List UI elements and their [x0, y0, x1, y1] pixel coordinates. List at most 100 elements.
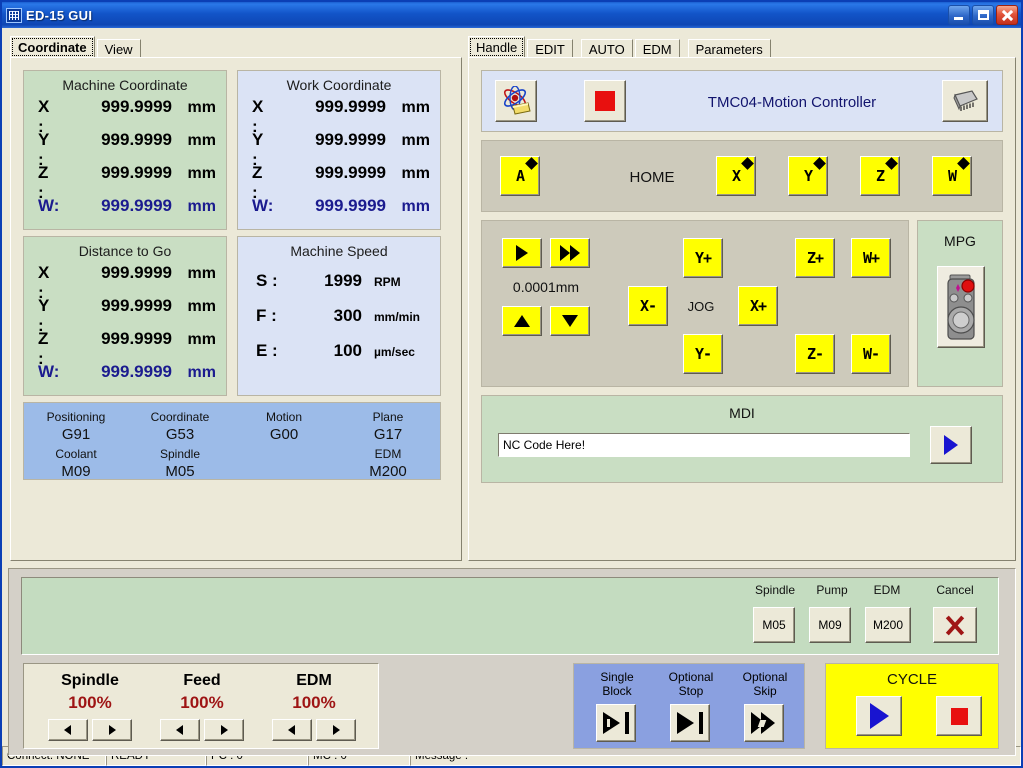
cancel-button[interactable] — [933, 607, 977, 643]
tab-auto[interactable]: AUTO — [580, 39, 633, 59]
override-spindle-increment[interactable] — [92, 719, 132, 741]
single-block-line2: Block — [602, 684, 632, 698]
optional-skip-button[interactable] — [744, 704, 784, 742]
block-control-panel: Single Block Optional Stop Optional Skip — [573, 663, 805, 749]
gcode-key: Coordinate — [150, 410, 210, 424]
chip-button[interactable] — [942, 80, 988, 122]
jog-step-down-button[interactable] — [550, 306, 590, 336]
jog-w-plus-button[interactable]: W+ — [851, 238, 891, 278]
mdi-run-button[interactable] — [930, 426, 972, 464]
axis-unit: mm — [187, 364, 216, 381]
jog-y-minus-button[interactable]: Y- — [683, 334, 723, 374]
override-edm-increment[interactable] — [316, 719, 356, 741]
mcode-key: EDM — [374, 447, 402, 461]
jog-x-plus-button[interactable]: X+ — [738, 286, 778, 326]
jog-panel: 0.0001mm X- JOG X+ Y+ Y- Z+ Z- W+ W- — [481, 220, 909, 387]
mdi-input[interactable]: NC Code Here! — [498, 433, 910, 457]
pendant-handwheel-icon — [947, 274, 975, 340]
tab-view[interactable]: View — [96, 39, 141, 59]
tab-coordinate[interactable]: Coordinate — [10, 36, 95, 58]
single-block-line1: Single — [600, 670, 634, 684]
home-y-button[interactable]: Y — [788, 156, 828, 196]
triangle-up-icon — [514, 315, 530, 327]
machine-speed-panel: Machine Speed S : 1999 RPM F : 300 mm/min E … — [237, 236, 441, 396]
mcode-edm-button[interactable]: M200 — [865, 607, 911, 643]
tab-edm[interactable]: EDM — [634, 39, 680, 59]
override-spindle-decrement[interactable] — [48, 719, 88, 741]
home-marker-icon — [957, 157, 970, 170]
axis-unit: mm — [187, 298, 216, 315]
jog-step-up-button[interactable] — [502, 306, 542, 336]
mdi-label: MDI — [729, 405, 755, 421]
gcode-status-panel: Positioning G91 Coordinate G53 Motion G00 P… — [23, 402, 441, 480]
mcode-spindle-button[interactable]: M05 — [753, 607, 795, 643]
override-edm-label: EDM — [296, 672, 332, 689]
mpg-button[interactable] — [937, 266, 985, 348]
distance-to-go-title: Distance to Go — [78, 243, 172, 259]
connect-button[interactable] — [495, 80, 537, 122]
single-block-button[interactable] — [596, 704, 636, 742]
home-panel: A HOME X Y Z W — [481, 140, 1003, 212]
mcode-edm-value: M200 — [872, 618, 904, 632]
optional-stop-icon — [677, 712, 703, 734]
optional-skip-icon — [751, 712, 777, 734]
jog-y-minus-label: Y- — [694, 345, 712, 363]
right-tab-strip: Handle EDIT AUTO EDM Parameters — [468, 36, 773, 59]
window-body: Coordinate View Machine Coordinate X :99… — [2, 28, 1021, 756]
home-w-button[interactable]: W — [932, 156, 972, 196]
atom-card-icon — [503, 86, 531, 115]
jog-step-value: 0.0001mm — [512, 279, 580, 295]
jog-z-minus-button[interactable]: Z- — [795, 334, 835, 374]
mcode-pump-value: M09 — [818, 618, 842, 632]
jog-run-button[interactable] — [502, 238, 542, 268]
jog-rapid-button[interactable] — [550, 238, 590, 268]
home-x-button[interactable]: X — [716, 156, 756, 196]
override-feed-decrement[interactable] — [160, 719, 200, 741]
jog-y-plus-button[interactable]: Y+ — [683, 238, 723, 278]
axis-value: 999.9999 — [101, 296, 172, 315]
cycle-stop-button[interactable] — [936, 696, 982, 736]
optional-stop-button[interactable] — [670, 704, 710, 742]
cancel-label: Cancel — [936, 583, 974, 597]
jog-z-plus-button[interactable]: Z+ — [795, 238, 835, 278]
jog-x-minus-button[interactable]: X- — [628, 286, 668, 326]
chip-icon — [953, 90, 978, 111]
maximize-button[interactable] — [972, 5, 994, 25]
home-marker-icon — [813, 157, 826, 170]
controller-stop-button[interactable] — [584, 80, 626, 122]
window-title: ED-15 GUI — [26, 7, 93, 23]
mcode-pump-button[interactable]: M09 — [809, 607, 851, 643]
left-tab-pane: Coordinate View Machine Coordinate X :99… — [10, 36, 462, 561]
left-tab-strip: Coordinate View — [10, 36, 143, 59]
axis-value: 999.9999 — [101, 97, 172, 116]
jog-z-minus-label: Z- — [806, 345, 824, 363]
jog-x-minus-label: X- — [639, 297, 657, 315]
override-edm-decrement[interactable] — [272, 719, 312, 741]
mpg-label: MPG — [944, 233, 976, 249]
home-marker-icon — [885, 157, 898, 170]
override-feed-increment[interactable] — [204, 719, 244, 741]
close-button[interactable] — [996, 5, 1018, 25]
axis-value: 999.9999 — [315, 196, 386, 215]
axis-value: 999.9999 — [315, 97, 386, 116]
home-x-label: X — [731, 167, 741, 185]
speed-unit: RPM — [374, 275, 401, 289]
jog-w-minus-button[interactable]: W- — [851, 334, 891, 374]
left-tab-body: Machine Coordinate X :999.9999 mm Y :999.… — [10, 57, 462, 561]
home-z-button[interactable]: Z — [860, 156, 900, 196]
minimize-button[interactable] — [948, 5, 970, 25]
gcode-key: Motion — [265, 410, 303, 424]
home-a-button[interactable]: A — [500, 156, 540, 196]
tab-parameters[interactable]: Parameters — [687, 39, 771, 59]
jog-w-plus-label: W+ — [862, 249, 880, 267]
home-z-label: Z — [875, 167, 885, 185]
home-label: HOME — [629, 168, 675, 186]
play-icon — [944, 435, 958, 455]
application-window: ED-15 GUI Coordinate View Machine Coordi… — [0, 0, 1023, 768]
axis-value: 999.9999 — [101, 362, 172, 381]
tab-edit[interactable]: EDIT — [527, 39, 573, 59]
tab-handle[interactable]: Handle — [468, 36, 526, 58]
mcode-value: M200 — [369, 463, 407, 480]
cycle-start-button[interactable] — [856, 696, 902, 736]
home-y-label: Y — [803, 167, 813, 185]
